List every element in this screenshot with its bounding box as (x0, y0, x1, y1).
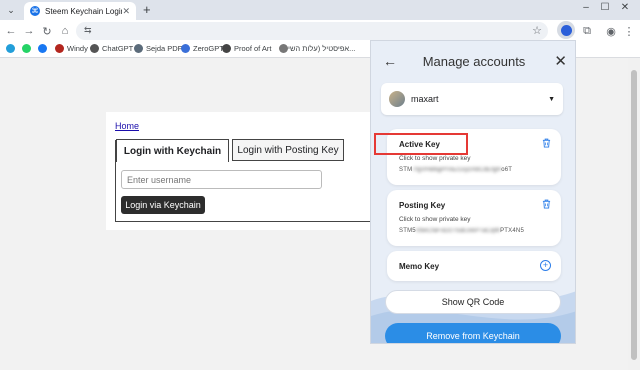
windy-icon (55, 44, 64, 53)
memo-key-title: Memo Key (399, 262, 440, 271)
bookmark-telegram[interactable] (6, 44, 18, 53)
back-icon[interactable]: ← (4, 24, 18, 38)
chatgpt-icon (90, 44, 99, 53)
popup-title: Manage accounts (422, 54, 526, 69)
keychain-popup: ← Manage accounts ✕ maxart ▼ Active Key … (370, 40, 576, 344)
account-name: maxart (411, 94, 439, 104)
tab-close-icon[interactable]: ✕ (122, 6, 130, 17)
trash-icon[interactable] (542, 199, 551, 209)
bookmark-chatgpt[interactable]: ChatGPT (90, 44, 133, 53)
login-via-keychain-button[interactable]: Login via Keychain (121, 196, 205, 214)
extensions-icon[interactable]: ⧉ (580, 24, 594, 38)
close-icon[interactable]: ✕ (554, 52, 567, 70)
minimize-icon[interactable]: – (578, 2, 594, 13)
bookmark-sejda[interactable]: Sejda PDF (134, 44, 182, 53)
scrollbar-thumb[interactable] (631, 70, 637, 360)
tab-title: Steem Keychain Login (45, 6, 123, 16)
facebook-icon (38, 44, 47, 53)
zerogpt-icon (181, 44, 190, 53)
posting-key-value[interactable]: STM5VbeCfaFoDzTtuBJxkPTaCqWPTX4N5 (399, 228, 524, 234)
login-tabs-panel: Login with Keychain Login with Posting K… (115, 139, 376, 222)
avatar (389, 91, 405, 107)
reload-icon[interactable]: ↻ (40, 24, 54, 38)
bookmark-hebrew[interactable]: ...אפיסטיל (עלות השי (276, 44, 355, 53)
address-bar[interactable]: ⇆ ☆ (76, 22, 548, 40)
trash-icon[interactable] (542, 138, 551, 148)
bookmark-zerogpt[interactable]: ZeroGPT (181, 44, 224, 53)
bookmark-star-icon[interactable]: ☆ (532, 24, 542, 37)
telegram-icon (6, 44, 15, 53)
bookmark-whatsapp[interactable] (22, 44, 34, 53)
active-key-hint[interactable]: Click to show private key (399, 155, 471, 162)
highlight-box (374, 133, 468, 155)
login-card: Home Login with Keychain Login with Post… (106, 112, 376, 230)
posting-key-hint[interactable]: Click to show private key (399, 216, 471, 223)
window-close-icon[interactable]: ✕ (617, 2, 633, 13)
posting-key-card[interactable]: Posting Key Click to show private key ST… (387, 190, 561, 246)
remove-from-keychain-button[interactable]: Remove from Keychain (385, 323, 561, 343)
home-link[interactable]: Home (115, 121, 139, 131)
account-dropdown[interactable]: maxart ▼ (381, 83, 563, 115)
chevron-down-icon: ▼ (548, 95, 555, 103)
tab-login-keychain[interactable]: Login with Keychain (116, 139, 229, 162)
whatsapp-icon (22, 44, 31, 53)
active-key-value[interactable]: STM7fgVHB6gPrVaJ1xyzAbCdEfgHo6T (399, 167, 512, 173)
maximize-icon[interactable]: ☐ (597, 2, 613, 13)
site-settings-icon[interactable]: ⇆ (84, 25, 92, 36)
add-key-icon[interactable]: + (540, 260, 551, 271)
bookmark-windy[interactable]: Windy (55, 44, 88, 53)
tab-login-posting-key[interactable]: Login with Posting Key (232, 139, 344, 161)
menu-icon[interactable]: ⋮ (622, 24, 636, 38)
keychain-favicon-icon: ⌘ (30, 6, 40, 16)
posting-key-title: Posting Key (399, 201, 446, 210)
profile-icon[interactable]: ◉ (604, 24, 618, 38)
bookmark-proof-of-art[interactable]: Proof of Art (222, 44, 272, 53)
browser-tab[interactable]: ⌘ Steem Keychain Login ✕ (24, 2, 136, 20)
tab-strip: ⌄ ⌘ Steem Keychain Login ✕ + – ☐ ✕ (0, 0, 640, 20)
show-qr-code-button[interactable]: Show QR Code (385, 290, 561, 314)
browser-toolbar: ← → ↻ ⌂ ⇆ ☆ ⧉ ◉ ⋮ (0, 20, 640, 42)
new-tab-button[interactable]: + (143, 3, 151, 17)
popup-header: ← Manage accounts ✕ (371, 41, 575, 79)
username-input[interactable] (121, 170, 322, 189)
sejda-icon (134, 44, 143, 53)
page-icon (279, 44, 288, 53)
home-icon[interactable]: ⌂ (58, 24, 72, 38)
keychain-extension-icon[interactable] (557, 21, 575, 39)
proof-of-art-icon (222, 44, 231, 53)
tab-search-icon[interactable]: ⌄ (3, 3, 19, 17)
bookmark-facebook[interactable] (38, 44, 50, 53)
forward-icon[interactable]: → (22, 24, 36, 38)
page-scrollbar[interactable] (628, 58, 640, 370)
